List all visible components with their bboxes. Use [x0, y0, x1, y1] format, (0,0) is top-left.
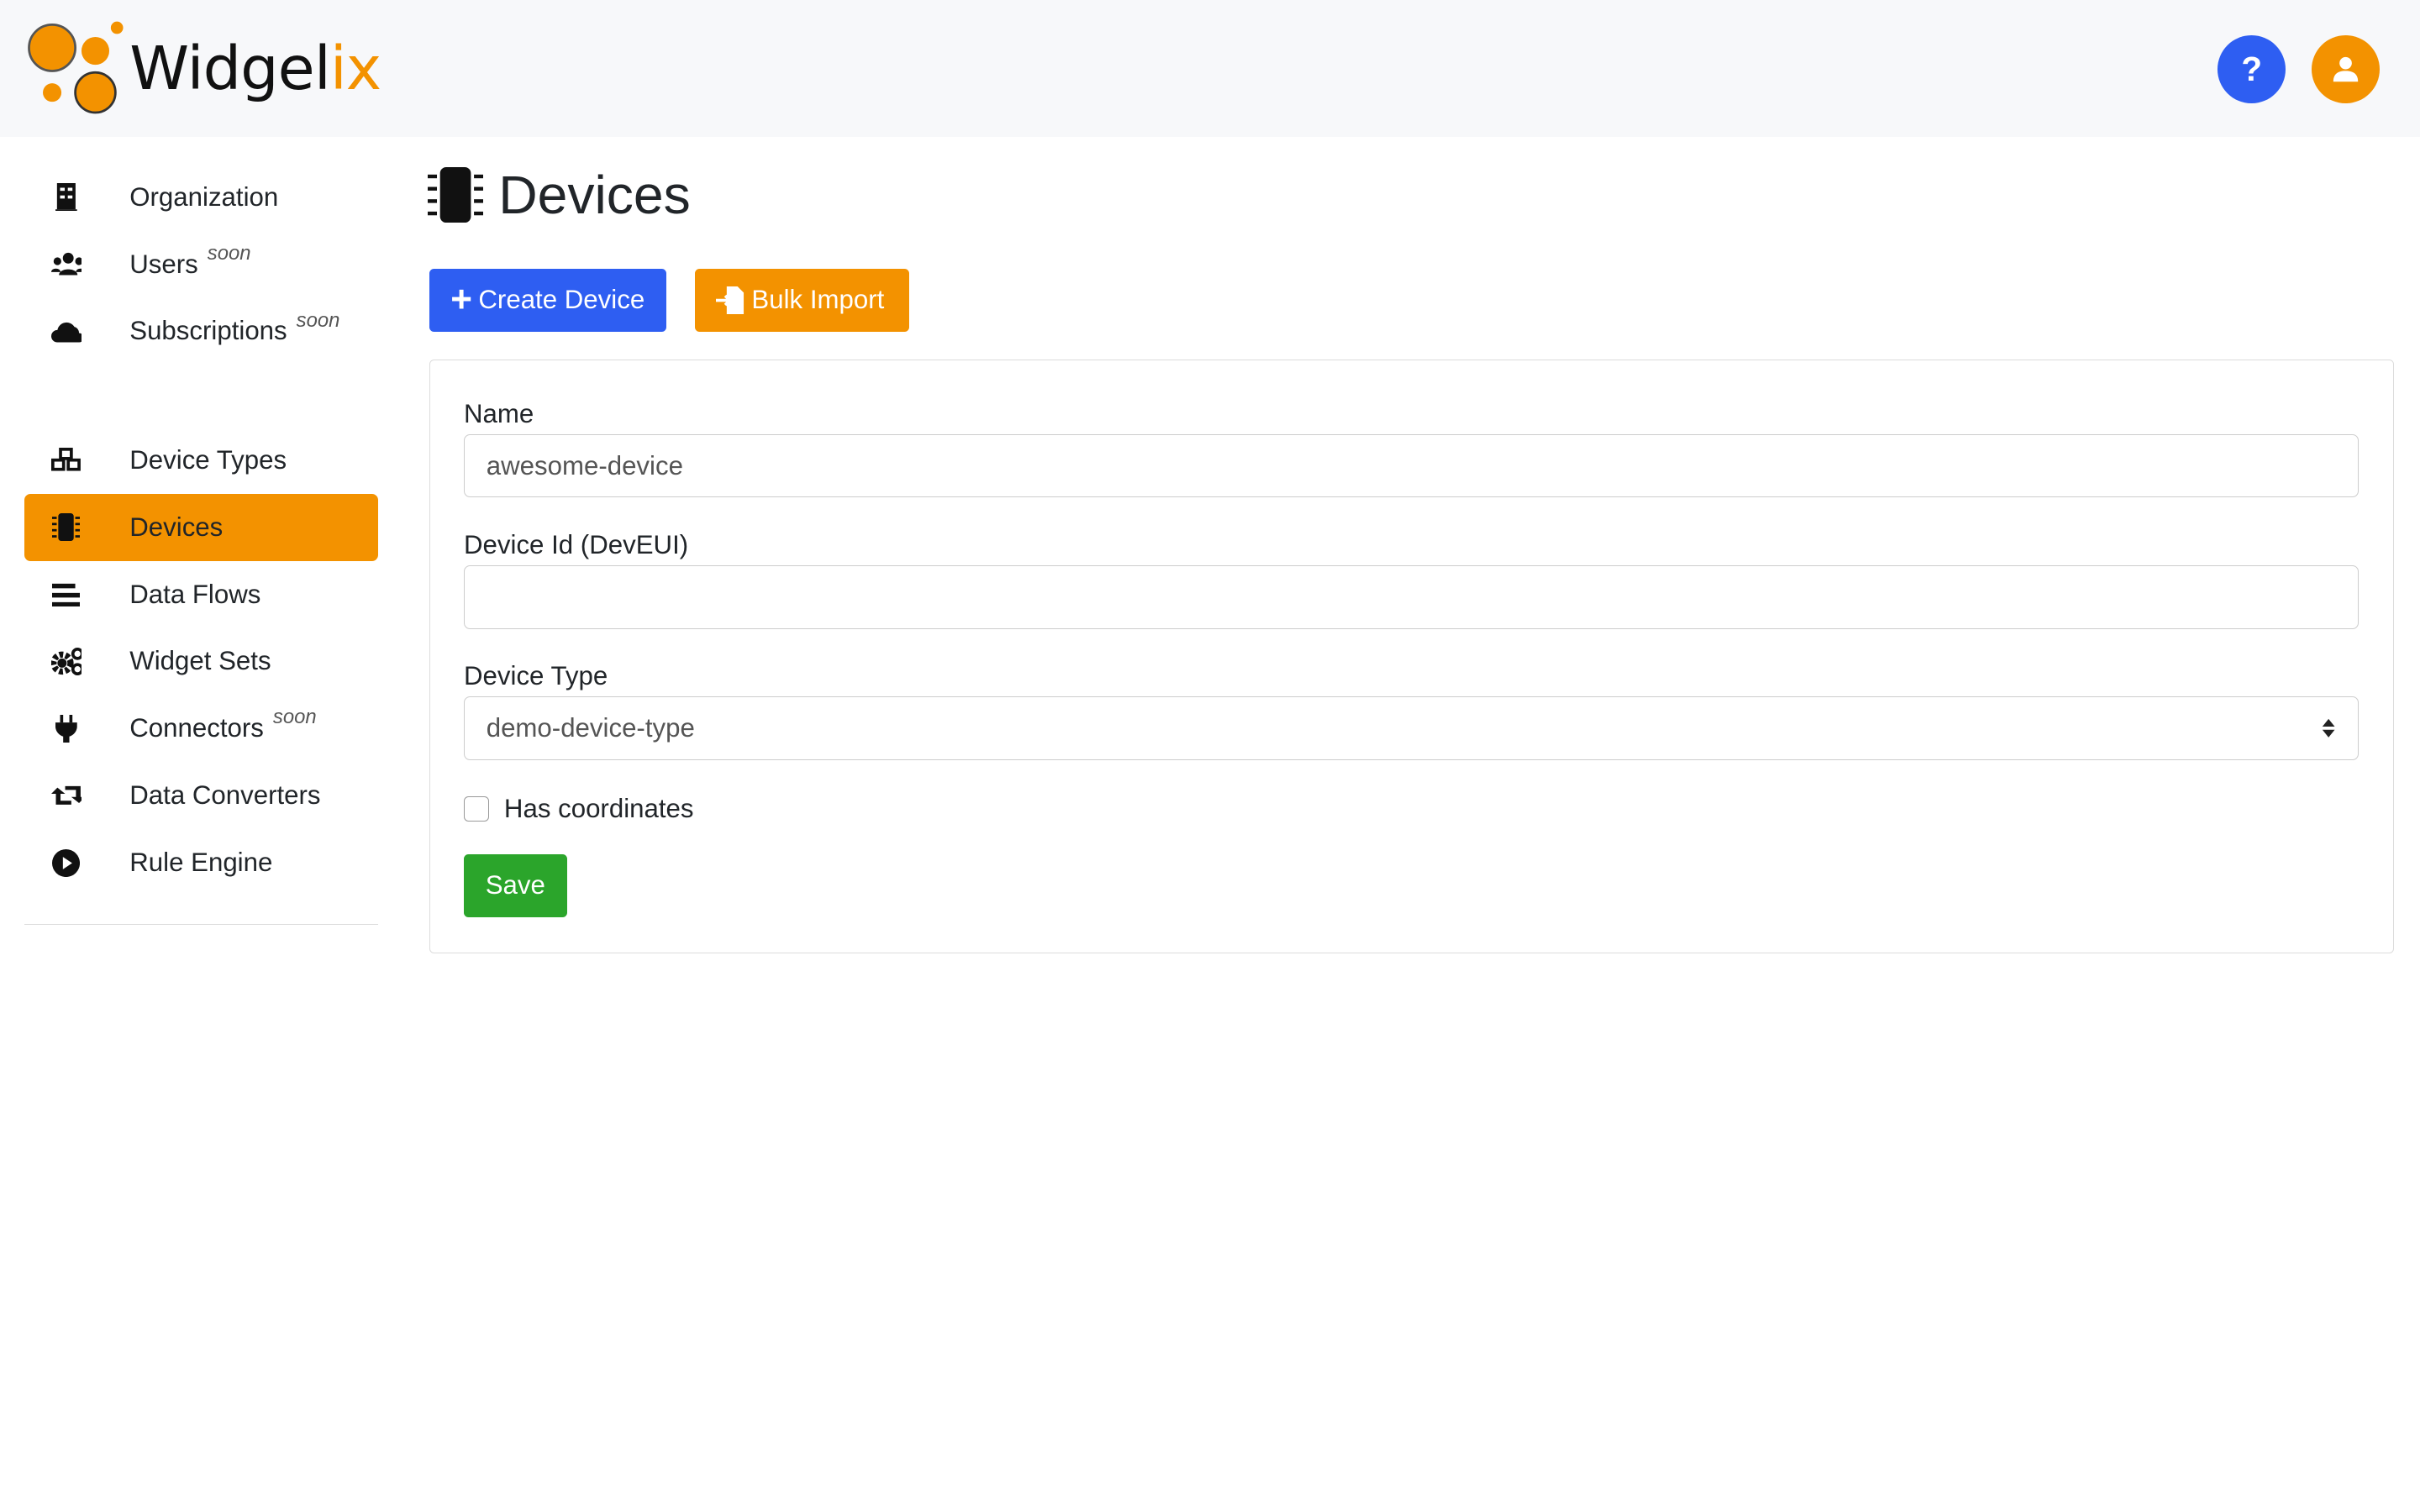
sidebar-item-label: Organization: [129, 181, 279, 212]
bars-icon: [51, 582, 82, 607]
cubes-icon: [50, 448, 82, 472]
sidebar-item-label: Device Types: [129, 444, 287, 475]
sidebar-item-organization[interactable]: Organization: [24, 164, 378, 231]
file-import-icon: [716, 286, 744, 314]
sidebar-item-widget-sets[interactable]: Widget Sets: [24, 627, 378, 695]
checkbox-box[interactable]: [464, 796, 489, 822]
soon-badge: soon: [272, 706, 317, 729]
logo-bubbles-icon: [28, 21, 124, 114]
sidebar-item-devices[interactable]: Devices: [24, 493, 378, 561]
name-label: Name: [464, 398, 534, 428]
name-input[interactable]: awesome-device: [464, 434, 2360, 498]
sidebar-item-subscriptions[interactable]: Subscriptions soon: [24, 297, 378, 365]
sidebar-item-device-types[interactable]: Device Types: [24, 427, 378, 494]
help-button[interactable]: ?: [2217, 35, 2286, 104]
select-value: demo-device-type: [486, 712, 695, 743]
sidebar-item-label: Users: [129, 249, 198, 279]
device-type-select[interactable]: demo-device-type: [464, 696, 2360, 760]
retweet-icon: [50, 785, 82, 806]
sidebar-item-data-flows[interactable]: Data Flows: [24, 561, 378, 628]
sidebar-item-label: Subscriptions: [129, 316, 287, 346]
sidebar-divider: [24, 924, 378, 925]
checkbox-label: Has coordinates: [503, 794, 694, 824]
button-label: Bulk Import: [751, 285, 885, 315]
soon-badge: soon: [296, 308, 340, 332]
save-button[interactable]: Save: [464, 853, 567, 917]
sidebar-item-label: Rule Engine: [129, 848, 273, 878]
user-icon: [2333, 56, 2359, 82]
cloud-icon: [50, 319, 82, 344]
plug-icon: [51, 714, 82, 743]
device-id-label: Device Id (DevEUI): [464, 529, 689, 559]
sort-arrows-icon: [2323, 718, 2335, 738]
sidebar-item-rule-engine[interactable]: Rule Engine: [24, 829, 378, 896]
microchip-icon: [51, 513, 82, 542]
sidebar-item-data-converters[interactable]: Data Converters: [24, 762, 378, 829]
building-icon: [51, 183, 82, 212]
sidebar-item-label: Widget Sets: [129, 646, 271, 676]
cogs-icon: [50, 647, 82, 675]
sidebar-item-label: Data Flows: [129, 579, 261, 609]
question-icon: ?: [2241, 50, 2263, 89]
sidebar-item-label: Data Converters: [129, 780, 321, 811]
device-id-input[interactable]: [464, 565, 2360, 629]
sidebar: Organization Users soon Subscriptions soon…: [24, 164, 378, 925]
plus-icon: +: [450, 279, 473, 321]
microchip-icon: [427, 166, 483, 223]
sidebar-item-connectors[interactable]: Connectors soon: [24, 695, 378, 762]
bulk-import-button[interactable]: Bulk Import: [694, 268, 909, 332]
page-title: Devices: [427, 164, 691, 226]
sidebar-item-label: Connectors: [129, 713, 264, 743]
device-form-card: Name awesome-device Device Id (DevEUI) D…: [429, 359, 2394, 954]
widgelix-logo[interactable]: Widgelix: [24, 18, 381, 120]
create-device-button[interactable]: + Create Device: [429, 268, 667, 332]
users-icon: [50, 252, 82, 276]
button-label: Create Device: [478, 285, 645, 315]
page-title-text: Devices: [498, 164, 691, 225]
play-circle-icon: [51, 848, 82, 877]
top-header: Widgelix ?: [0, 0, 2420, 138]
sidebar-item-label: Devices: [129, 512, 224, 542]
user-menu-button[interactable]: [2312, 35, 2381, 104]
sidebar-item-users[interactable]: Users soon: [24, 231, 378, 298]
device-type-label: Device Type: [464, 661, 608, 691]
logo-text: Widgelix: [129, 34, 381, 104]
soon-badge: soon: [207, 241, 251, 265]
has-coordinates-checkbox[interactable]: Has coordinates: [464, 794, 694, 824]
